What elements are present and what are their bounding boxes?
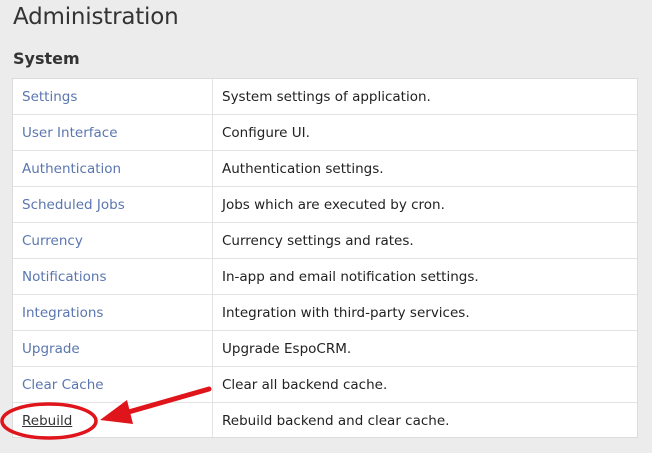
system-settings-table: Settings System settings of application.… (12, 78, 638, 439)
link-cell: Currency (13, 223, 213, 258)
row-description: Configure UI. (222, 124, 310, 141)
section-title: System (13, 49, 80, 68)
currency-link[interactable]: Currency (22, 233, 83, 249)
page-title: Administration (13, 4, 179, 30)
table-row: Settings System settings of application. (13, 79, 637, 115)
settings-link[interactable]: Settings (22, 89, 77, 105)
user-interface-link[interactable]: User Interface (22, 125, 118, 141)
row-description: Jobs which are executed by cron. (222, 196, 445, 213)
table-row: Integrations Integration with third-part… (13, 295, 637, 331)
table-row: Notifications In-app and email notificat… (13, 259, 637, 295)
table-row: Upgrade Upgrade EspoCRM. (13, 331, 637, 367)
link-cell: Settings (13, 79, 213, 114)
link-cell: Notifications (13, 259, 213, 294)
row-description: Upgrade EspoCRM. (222, 340, 352, 357)
table-row: Scheduled Jobs Jobs which are executed b… (13, 187, 637, 223)
table-row: User Interface Configure UI. (13, 115, 637, 151)
rebuild-link[interactable]: Rebuild (22, 413, 72, 429)
table-row: Clear Cache Clear all backend cache. (13, 367, 637, 403)
integrations-link[interactable]: Integrations (22, 305, 103, 321)
row-description: Integration with third-party services. (222, 304, 470, 321)
clear-cache-link[interactable]: Clear Cache (22, 377, 104, 393)
link-cell: Scheduled Jobs (13, 187, 213, 222)
link-cell: Rebuild (13, 403, 213, 439)
link-cell: Upgrade (13, 331, 213, 366)
row-description: Authentication settings. (222, 160, 384, 177)
link-cell: Clear Cache (13, 367, 213, 402)
row-description: Clear all backend cache. (222, 376, 388, 393)
scheduled-jobs-link[interactable]: Scheduled Jobs (22, 197, 125, 213)
link-cell: Authentication (13, 151, 213, 186)
table-row: Currency Currency settings and rates. (13, 223, 637, 259)
row-description: In-app and email notification settings. (222, 268, 479, 285)
row-description: System settings of application. (222, 88, 431, 105)
link-cell: User Interface (13, 115, 213, 150)
notifications-link[interactable]: Notifications (22, 269, 107, 285)
row-description: Currency settings and rates. (222, 232, 414, 249)
authentication-link[interactable]: Authentication (22, 161, 121, 177)
row-description: Rebuild backend and clear cache. (222, 413, 450, 429)
link-cell: Integrations (13, 295, 213, 330)
table-row: Authentication Authentication settings. (13, 151, 637, 187)
table-row: Rebuild Rebuild backend and clear cache. (13, 403, 637, 439)
upgrade-link[interactable]: Upgrade (22, 341, 80, 357)
